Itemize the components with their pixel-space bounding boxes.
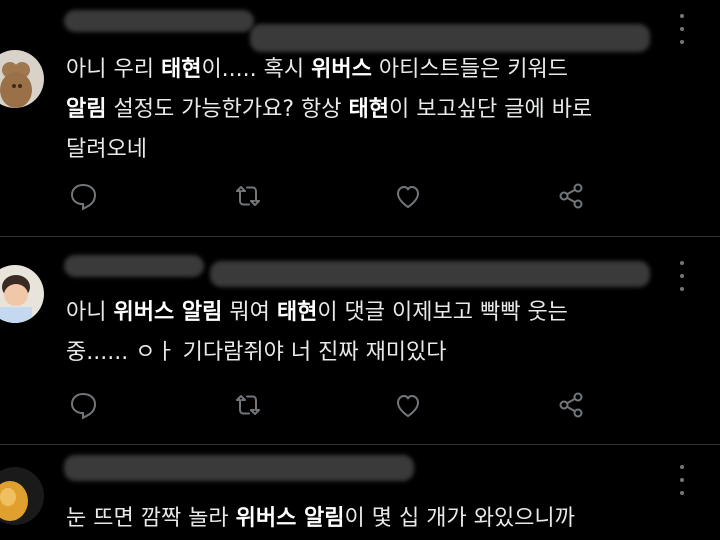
tweet-actions (66, 388, 606, 422)
highlighted-keyword: 위버스 알림 (113, 300, 223, 325)
text-segment: 뭐여 (222, 300, 277, 325)
text-segment: 설정도 가능한가요? 항상 (106, 97, 349, 122)
reply-icon[interactable] (66, 388, 100, 422)
text-segment: 아티스트들은 키워드 (371, 57, 569, 82)
text-segment: 달려오네 (66, 137, 147, 162)
like-icon[interactable] (391, 388, 425, 422)
retweet-icon[interactable] (231, 179, 265, 213)
redacted-username (64, 10, 254, 32)
text-segment: 이 댓글 이제보고 빡빡 웃는 (317, 300, 568, 325)
tweet-1[interactable]: 아니 우리 태현이..... 혹시 위버스 아티스트들은 키워드 알림 설정도 … (0, 0, 720, 236)
share-icon[interactable] (554, 179, 588, 213)
more-options-icon[interactable] (672, 14, 692, 44)
avatar[interactable] (0, 265, 44, 323)
highlighted-keyword: 태현 (276, 300, 318, 325)
text-segment: 이 몇 십 개가 와있으니까 (344, 506, 575, 531)
text-segment: 이..... 혹시 (201, 57, 312, 82)
highlighted-keyword: 태현 (348, 97, 390, 122)
share-icon[interactable] (554, 388, 588, 422)
highlighted-keyword: 위버스 알림 (235, 506, 345, 531)
avatar[interactable] (0, 50, 44, 108)
redacted-handle (250, 24, 650, 52)
like-icon[interactable] (391, 179, 425, 213)
tweet-actions (66, 179, 606, 213)
highlighted-keyword: 위버스 (311, 57, 372, 82)
tweet-2[interactable]: 아니 위버스 알림 뭐여 태현이 댓글 이제보고 빡빡 웃는 중...... ㅇ… (0, 237, 720, 444)
highlighted-keyword: 태현 (160, 57, 202, 82)
retweet-icon[interactable] (231, 388, 265, 422)
text-segment: 눈 뜨면 깜짝 놀라 (66, 506, 236, 531)
redacted-username (64, 255, 204, 277)
text-segment: 아니 (66, 300, 114, 325)
text-segment: 아니 우리 (66, 57, 161, 82)
reply-icon[interactable] (66, 179, 100, 213)
redacted-username (64, 455, 414, 481)
tweet-text: 아니 우리 태현이..... 혹시 위버스 아티스트들은 키워드 알림 설정도 … (66, 50, 696, 170)
more-options-icon[interactable] (672, 261, 692, 291)
highlighted-keyword: 알림 (66, 97, 107, 122)
text-segment: 중...... ㅇㅏ 기다람쥐야 너 진짜 재미있다 (66, 340, 447, 365)
avatar[interactable] (0, 467, 44, 525)
tweet-text: 아니 위버스 알림 뭐여 태현이 댓글 이제보고 빡빡 웃는 중...... ㅇ… (66, 293, 696, 373)
redacted-handle (210, 261, 650, 287)
tweet-text: 눈 뜨면 깜짝 놀라 위버스 알림이 몇 십 개가 와있으니까 (66, 499, 696, 539)
more-options-icon[interactable] (672, 465, 692, 495)
tweet-3[interactable]: 눈 뜨면 깜짝 놀라 위버스 알림이 몇 십 개가 와있으니까 (0, 445, 720, 540)
text-segment: 이 보고싶단 글에 바로 (389, 97, 593, 122)
